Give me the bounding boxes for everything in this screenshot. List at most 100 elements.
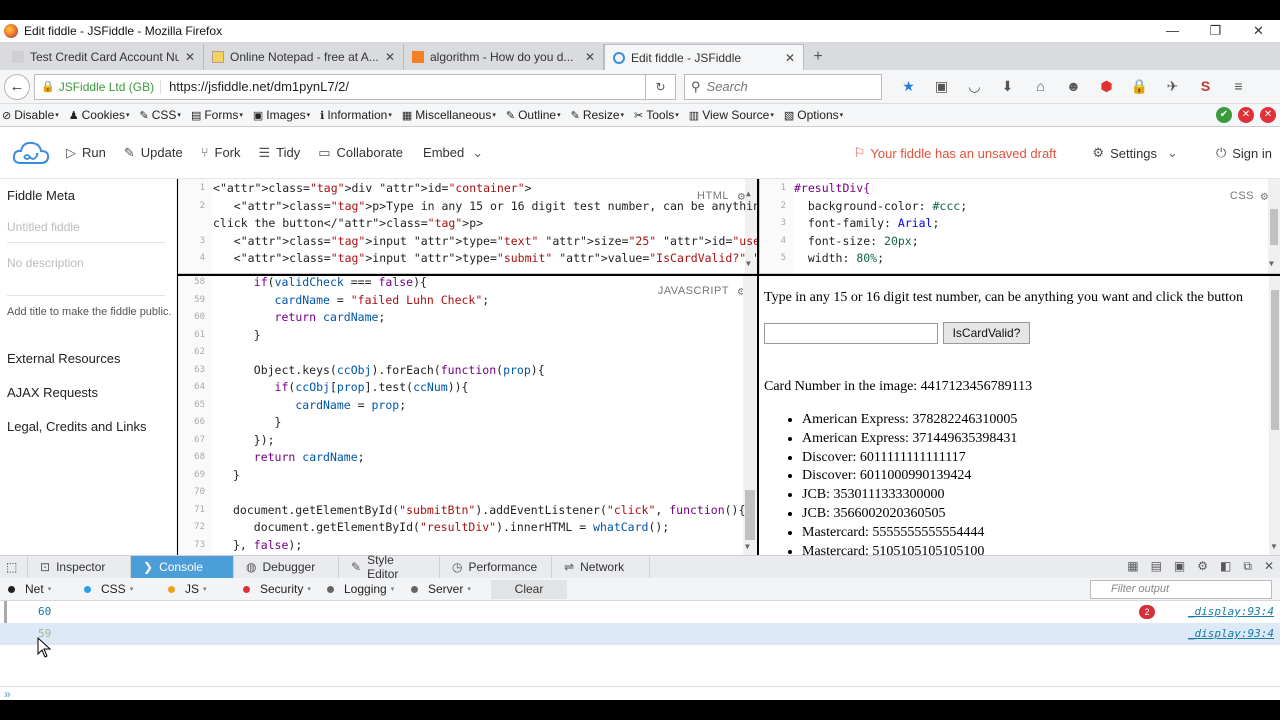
log-source-link[interactable]: _display:93:4: [1188, 601, 1274, 623]
layout-icon[interactable]: ▦: [1127, 559, 1138, 574]
lock-addon-icon[interactable]: 🔒: [1123, 78, 1156, 95]
settings-button[interactable]: ⚙ Settings ⌄: [1092, 145, 1178, 161]
tab-debugger[interactable]: ◍ Debugger: [234, 556, 339, 578]
tab-network[interactable]: ⇌ Network: [552, 556, 650, 578]
javascript-editor[interactable]: JAVASCRIPT ⚙ ▼ 58 if(validCheck === fals…: [178, 276, 757, 555]
filter-output-input[interactable]: Filter output: [1090, 580, 1272, 599]
webdev-menu-options[interactable]: ▧ Options ▾: [784, 108, 843, 122]
s-addon-icon[interactable]: S: [1189, 78, 1222, 95]
css-scrollbar[interactable]: ▼: [1268, 179, 1280, 273]
tab-console[interactable]: ❯ Console: [131, 556, 234, 578]
menu-icon[interactable]: ≡: [1222, 78, 1255, 95]
site-identity[interactable]: JSFiddle Ltd (GB): [59, 79, 162, 94]
webdev-menu-outline[interactable]: ✎ Outline ▾: [506, 108, 561, 122]
reading-list-icon[interactable]: ▣: [925, 78, 958, 95]
close-icon[interactable]: ✕: [1260, 107, 1276, 123]
devtools-settings-icon[interactable]: ⚙: [1197, 559, 1208, 574]
home-icon[interactable]: ⌂: [1024, 78, 1057, 95]
webdev-menu-resize[interactable]: ✎ Resize ▾: [571, 108, 624, 122]
scroll-down-icon[interactable]: ▼: [1269, 259, 1274, 268]
browser-tab[interactable]: Online Notepad - free at A... ✕: [204, 44, 404, 70]
scrollbar-thumb[interactable]: [1271, 290, 1279, 430]
filter-net[interactable]: Net ▾: [8, 582, 76, 596]
webdev-menu-images[interactable]: ▣ Images ▾: [253, 108, 310, 122]
filter-js[interactable]: JS ▾: [168, 582, 235, 596]
card-number-input[interactable]: [764, 323, 938, 344]
browser-tab[interactable]: Test Credit Card Account Nu... ✕: [4, 44, 204, 70]
filter-server[interactable]: Server ▾: [411, 582, 481, 596]
close-tab-icon[interactable]: ✕: [385, 50, 395, 64]
update-button[interactable]: ✎ Update: [124, 145, 183, 161]
css-editor[interactable]: CSS ⚙ ▼ 1 #resultDiv{2 background-color: …: [759, 179, 1280, 274]
tab-performance[interactable]: ◷ Performance: [440, 556, 552, 578]
check-icon[interactable]: ✔: [1216, 107, 1232, 123]
minimize-button[interactable]: —: [1151, 20, 1194, 42]
ajax-requests-link[interactable]: AJAX Requests: [7, 385, 98, 400]
line-number: 61: [194, 329, 205, 340]
filter-dot-icon: [243, 585, 250, 593]
collaborate-button[interactable]: ▭ Collaborate: [318, 145, 403, 161]
tab-style-editor[interactable]: ✎ Style Editor: [339, 553, 440, 581]
webdev-menu-cookies[interactable]: ♟ Cookies ▾: [69, 108, 130, 122]
close-window-button[interactable]: ✕: [1237, 20, 1280, 42]
reload-button[interactable]: ↻: [646, 73, 676, 100]
webdev-menu-tools[interactable]: ✂ Tools ▾: [634, 108, 679, 122]
screenshot-icon[interactable]: ▣: [1174, 559, 1185, 574]
external-resources-link[interactable]: External Resources: [7, 351, 120, 366]
close-devtools-icon[interactable]: ✕: [1264, 559, 1274, 574]
responsive-icon[interactable]: ▤: [1151, 559, 1162, 574]
tidy-button[interactable]: ☰ Tidy: [259, 145, 301, 161]
webdev-menu-miscellaneous[interactable]: ▦ Miscellaneous ▾: [402, 108, 496, 122]
webdev-menu-view-source[interactable]: ▥ View Source ▾: [689, 108, 774, 122]
unsaved-draft-notice[interactable]: ⚐ Your fiddle has an unsaved draft: [854, 145, 1057, 161]
url-bar[interactable]: 🔒 JSFiddle Ltd (GB) https://jsfiddle.net…: [34, 73, 646, 100]
fiddle-title-input[interactable]: Untitled fiddle: [7, 220, 165, 243]
chevron-down-icon: ▾: [177, 112, 181, 119]
clear-button[interactable]: Clear: [491, 579, 567, 599]
chat-icon[interactable]: ☻: [1057, 78, 1090, 95]
dock-icon[interactable]: ◧: [1220, 559, 1231, 574]
new-tab-button[interactable]: +: [804, 44, 832, 70]
popout-icon[interactable]: ⧉: [1243, 559, 1252, 574]
error-icon[interactable]: ✕: [1238, 107, 1254, 123]
fiddle-description-input[interactable]: No description: [7, 256, 165, 296]
scrollbar-thumb[interactable]: [745, 490, 755, 540]
log-source-link[interactable]: _display:93:4: [1188, 623, 1274, 645]
search-input[interactable]: ⚲ Search: [684, 73, 882, 100]
legal-credits-link[interactable]: Legal, Credits and Links: [7, 419, 146, 434]
webdev-menu-forms[interactable]: ▤ Forms ▾: [191, 108, 243, 122]
webdev-menu-information[interactable]: ℹ Information ▾: [320, 108, 392, 122]
scrollbar-thumb[interactable]: [1270, 209, 1278, 245]
run-button[interactable]: ▷ Run: [66, 145, 106, 161]
close-tab-icon[interactable]: ✕: [785, 51, 795, 65]
browser-tab-active[interactable]: Edit fiddle - JSFiddle ✕: [604, 44, 804, 70]
result-scrollbar[interactable]: ▼: [1269, 276, 1280, 555]
webdev-menu-css[interactable]: ✎ CSS ▾: [140, 108, 181, 122]
scroll-down-icon[interactable]: ▼: [745, 542, 750, 551]
embed-button[interactable]: Embed ⌄: [423, 145, 483, 161]
jsfiddle-logo-icon[interactable]: [10, 138, 52, 168]
restore-button[interactable]: ❐: [1194, 20, 1237, 42]
extension-icon[interactable]: ✈: [1156, 78, 1189, 95]
pick-element-icon[interactable]: ⬚: [0, 556, 28, 578]
close-tab-icon[interactable]: ✕: [185, 50, 195, 64]
close-tab-icon[interactable]: ✕: [585, 50, 595, 64]
sign-in-button[interactable]: ⏻ Sign in: [1216, 145, 1272, 161]
is-card-valid-button[interactable]: IsCardValid?: [943, 322, 1030, 344]
gear-icon[interactable]: ⚙: [1261, 189, 1268, 203]
html-editor[interactable]: HTML ⚙ ▲ ▼ 1 <"attr">class="tag">div "att…: [178, 179, 757, 274]
webdev-menu-disable[interactable]: ⊘ Disable ▾: [2, 108, 59, 122]
adblock-icon[interactable]: ⬢: [1090, 78, 1123, 95]
console-input[interactable]: »: [0, 686, 1280, 701]
downloads-icon[interactable]: ⬇: [991, 78, 1024, 95]
scroll-down-icon[interactable]: ▼: [1270, 542, 1278, 551]
browser-tab[interactable]: algorithm - How do you d... ✕: [404, 44, 604, 70]
fork-button[interactable]: ⑂ Fork: [201, 145, 241, 160]
filter-logging[interactable]: Logging ▾: [327, 582, 403, 596]
tab-inspector[interactable]: ⊡ Inspector: [28, 556, 131, 578]
filter-css[interactable]: CSS ▾: [84, 582, 160, 596]
bookmark-star-icon[interactable]: ★: [892, 78, 925, 95]
pocket-icon[interactable]: ◡: [958, 78, 991, 95]
back-button[interactable]: ←: [4, 73, 30, 100]
filter-security[interactable]: Security ▾: [243, 582, 319, 596]
